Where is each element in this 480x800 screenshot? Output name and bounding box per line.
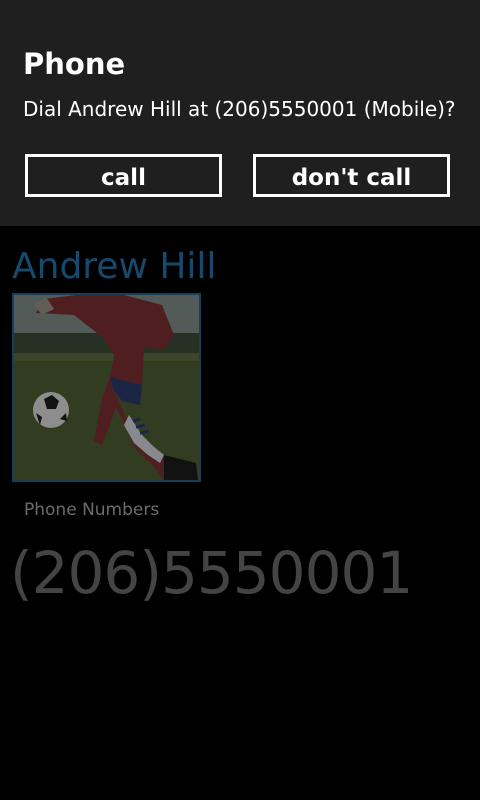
call-button[interactable]: call (25, 154, 222, 197)
contact-photo-image (14, 295, 199, 480)
phone-numbers-heading: Phone Numbers (24, 500, 160, 520)
phone-number[interactable]: (206)5550001 (10, 533, 413, 613)
dialog-message: Dial Andrew Hill at (206)5550001 (Mobile… (23, 97, 456, 121)
contact-photo (12, 293, 201, 482)
dont-call-button[interactable]: don't call (253, 154, 450, 197)
contact-name: Andrew Hill (12, 246, 217, 287)
dialog-title: Phone (23, 47, 126, 81)
dial-confirmation-dialog: Phone Dial Andrew Hill at (206)5550001 (… (0, 0, 480, 226)
